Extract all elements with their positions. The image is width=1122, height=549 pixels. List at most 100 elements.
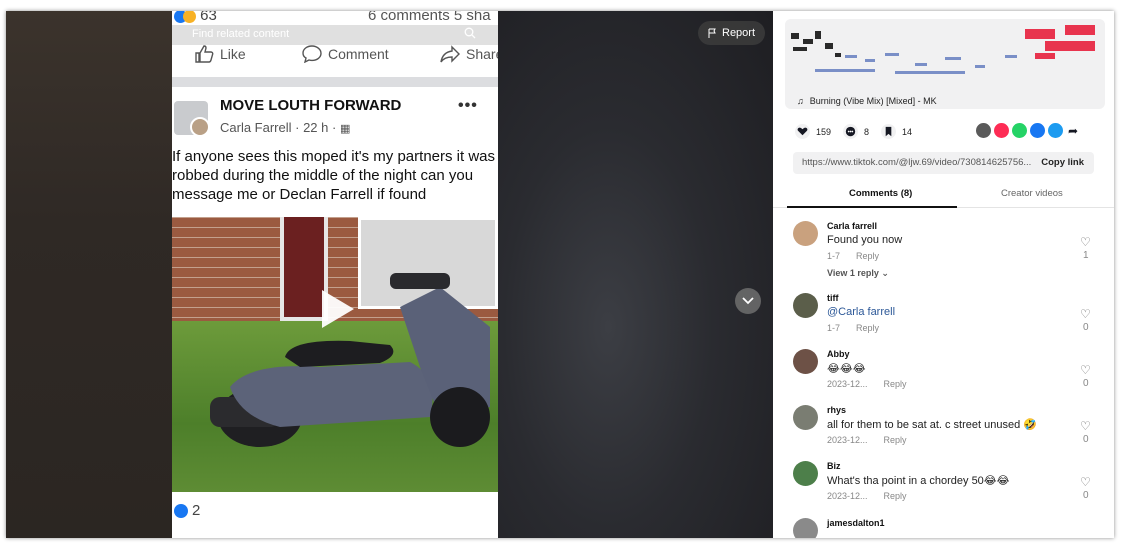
play-icon[interactable] — [322, 290, 354, 328]
avatar[interactable] — [793, 349, 818, 374]
heart-icon — [795, 124, 810, 139]
heart-icon[interactable]: ♡ — [1080, 475, 1091, 489]
comment-text: all for them to be sat at. c street unus… — [827, 419, 1037, 431]
whatsapp-icon[interactable] — [1012, 123, 1027, 138]
more-options-icon: ••• — [458, 97, 478, 114]
music-note-icon: ♫ — [797, 96, 804, 106]
video-link-box[interactable]: https://www.tiktok.com/@ljw.69/video/730… — [793, 152, 1094, 174]
heart-icon[interactable]: ♡ — [1080, 235, 1091, 249]
comment-author[interactable]: jamesdalton1 — [827, 518, 885, 528]
video-url: https://www.tiktok.com/@ljw.69/video/730… — [802, 157, 1032, 168]
author-avatar — [190, 117, 210, 137]
avatar[interactable] — [793, 405, 818, 430]
heart-icon[interactable]: ♡ — [1080, 419, 1091, 433]
comment-like-count: 0 — [1083, 490, 1089, 501]
view-replies-button[interactable]: View 1 reply ⌄ — [827, 268, 889, 279]
heart-icon[interactable]: ♡ — [1080, 307, 1091, 321]
saves-stat[interactable]: 14 — [881, 124, 912, 139]
reply-button[interactable]: Reply — [884, 435, 907, 445]
share-arrow-icon[interactable]: ➦ — [1068, 124, 1078, 138]
fb-share-button: Share — [440, 45, 498, 63]
comment-text: 😂😂😂 — [827, 363, 866, 375]
comment-bubble-icon — [302, 45, 322, 63]
author-name: Carla Farrell · 22 h · — [220, 120, 337, 135]
post-text: If anyone sees this moped it's my partne… — [172, 148, 496, 203]
comments-count: 8 — [864, 126, 870, 137]
find-related-label: Find related content — [192, 28, 290, 40]
details-panel: ♫ Burning (Vibe Mix) [Mixed] - MK 159 8 … — [773, 11, 1114, 538]
comment-author[interactable]: rhys — [827, 405, 846, 415]
report-label: Report — [722, 27, 756, 39]
reaction-summary: 63 — [174, 11, 217, 24]
tab-comments[interactable]: Comments (8) — [849, 188, 912, 199]
panel-tabs: Comments (8) Creator videos — [787, 185, 1100, 207]
bookmark-icon — [881, 124, 897, 139]
video-player[interactable]: 63 6 comments 5 sha Find related content… — [172, 11, 498, 538]
fb-share-label: Share — [466, 46, 498, 62]
saves-count: 14 — [902, 126, 913, 137]
fb-action-row: Like Comment Share — [172, 45, 498, 69]
post-author-line: Carla Farrell · 22 h · ▦ — [220, 120, 350, 135]
comment-like-count: 0 — [1083, 322, 1089, 333]
share-icons: ➦ — [976, 123, 1078, 138]
tiktok-friends-icon[interactable] — [994, 123, 1009, 138]
comment-meta: 1-7 Reply — [827, 251, 879, 261]
flag-icon — [708, 28, 716, 38]
reaction-count: 63 — [200, 11, 217, 24]
likes-stat[interactable]: 159 — [795, 124, 831, 139]
search-icon[interactable] — [464, 27, 476, 42]
comments-stat[interactable]: 8 — [843, 124, 869, 139]
comment-author[interactable]: Carla farrell — [827, 221, 877, 231]
facebook-icon[interactable] — [1030, 123, 1045, 138]
post-separator — [172, 77, 498, 87]
blurred-background-left — [6, 11, 172, 538]
find-related-bar[interactable]: Find related content — [172, 25, 498, 45]
video-stage: 63 6 comments 5 sha Find related content… — [6, 11, 773, 538]
next-video-button[interactable] — [735, 288, 761, 314]
music-title: Burning (Vibe Mix) [Mixed] - MK — [809, 96, 937, 106]
comment-date: 2023-12... — [827, 491, 868, 501]
heart-icon[interactable]: ♡ — [1080, 363, 1091, 377]
thumbs-up-icon — [195, 45, 214, 63]
share-arrow-icon — [440, 45, 460, 63]
comment-author[interactable]: tiff — [827, 293, 839, 303]
reply-button[interactable]: Reply — [884, 491, 907, 501]
comment-like-count: 0 — [1083, 378, 1089, 389]
comment-icon — [843, 124, 859, 139]
obscured-caption-image — [785, 19, 1105, 89]
twitter-icon[interactable] — [1048, 123, 1063, 138]
music-line[interactable]: ♫ Burning (Vibe Mix) [Mixed] - MK — [797, 96, 937, 106]
copy-link-button[interactable]: Copy link — [1041, 157, 1084, 168]
fb-post: MOVE LOUTH FORWARD Carla Farrell · 22 h … — [172, 87, 498, 538]
privacy-icon: ▦ — [339, 123, 351, 135]
reply-button[interactable]: Reply — [884, 379, 907, 389]
fb-like-button: Like — [194, 45, 246, 63]
active-tab-indicator — [787, 206, 957, 208]
comment-author[interactable]: Biz — [827, 461, 841, 471]
moped-photo — [172, 217, 498, 492]
post-like-count: 2 — [192, 502, 201, 519]
description-card: ♫ Burning (Vibe Mix) [Mixed] - MK — [785, 19, 1105, 109]
reply-button[interactable]: Reply — [856, 323, 879, 333]
reply-button[interactable]: Reply — [856, 251, 879, 261]
comment-meta: 2023-12... Reply — [827, 379, 907, 389]
stats-row: 159 8 14 — [795, 124, 912, 139]
comment-text: What's tha point in a chordey 50😂😂 — [827, 475, 1010, 487]
comment-text[interactable]: @Carla farrell — [827, 306, 895, 318]
likes-count: 159 — [816, 126, 832, 137]
avatar[interactable] — [793, 461, 818, 486]
fb-top-bar: 63 6 comments 5 sha Find related content… — [172, 11, 498, 77]
fb-comment-label: Comment — [328, 46, 389, 62]
report-button[interactable]: Report — [698, 21, 766, 45]
embed-icon[interactable] — [976, 123, 991, 138]
avatar[interactable] — [793, 293, 818, 318]
avatar[interactable] — [793, 518, 818, 538]
comment-text: Found you now — [827, 234, 903, 246]
comment-meta: 1-7 Reply — [827, 323, 879, 333]
comment-meta: 2023-12... Reply — [827, 491, 907, 501]
comment-like-count: 0 — [1083, 434, 1089, 445]
comment-author[interactable]: Abby — [827, 349, 850, 359]
tab-creator-videos[interactable]: Creator videos — [1001, 188, 1063, 199]
post-like-summary: 2 — [174, 502, 200, 519]
avatar[interactable] — [793, 221, 818, 246]
